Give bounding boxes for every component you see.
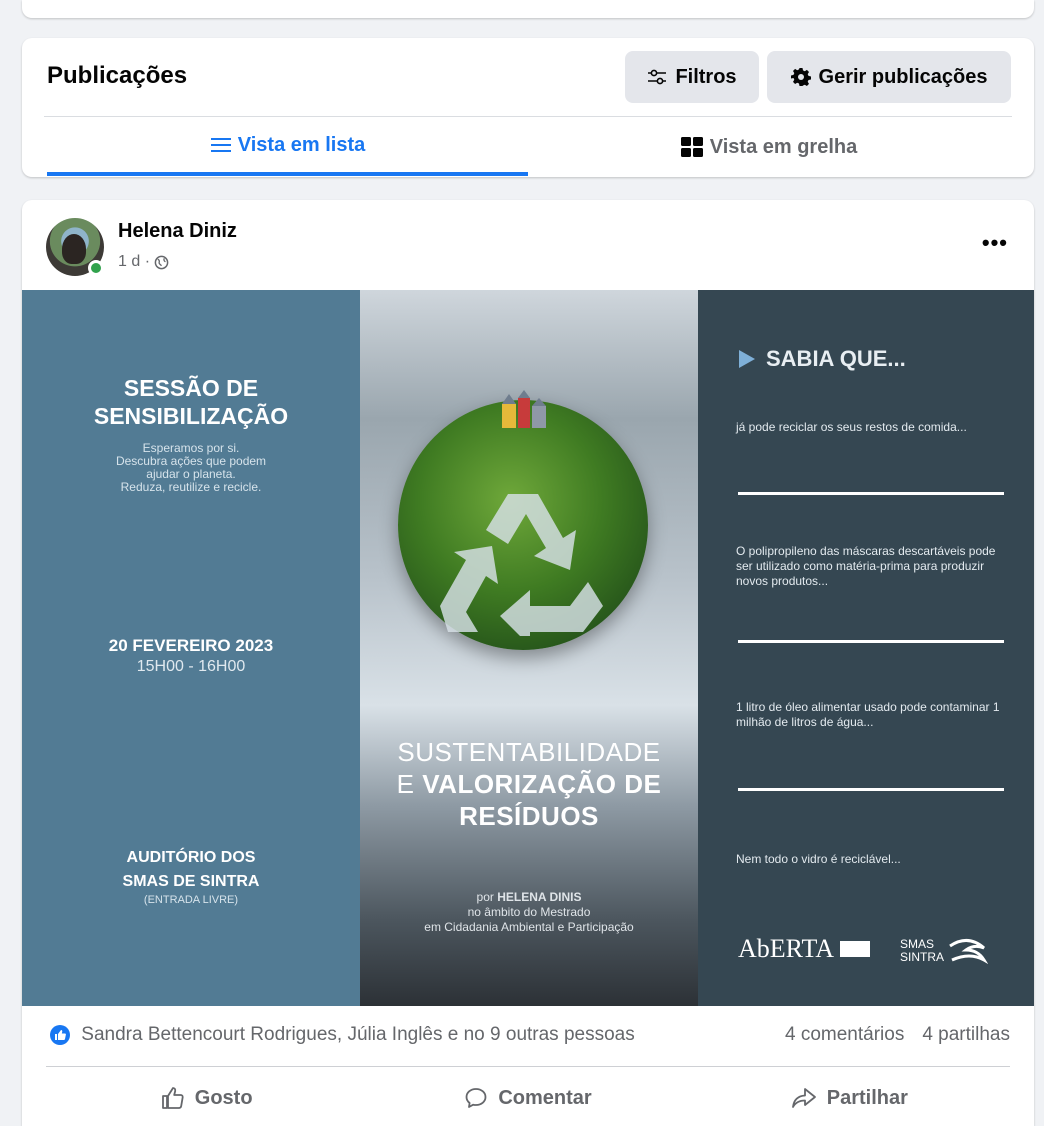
play-triangle-icon (739, 350, 755, 368)
posts-header-card: Publicações Filtros Gerir publicações Vi… (22, 38, 1034, 177)
list-icon (210, 138, 231, 152)
share-arrow-icon (791, 1088, 816, 1108)
grid-icon (680, 137, 703, 157)
poster-session-body: Esperamos por si. Descubra ações que pod… (115, 441, 267, 494)
poster-fact: Nem todo o vidro é reciclável... (736, 852, 901, 866)
share-button[interactable]: Partilhar (689, 1070, 1010, 1126)
thumbs-up-icon (161, 1087, 184, 1109)
poster-time: 15H00 - 16H00 (136, 658, 246, 675)
poster-session-title: SESSÃO DE SENSIBILIZAÇÃO (93, 375, 289, 429)
post-image-poster[interactable]: SESSÃO DE SENSIBILIZAÇÃO Esperamos por s… (22, 290, 1034, 1006)
comment-label: Comentar (498, 1086, 592, 1109)
smas-swirl-icon (949, 939, 989, 964)
poster-author-credit: por HELENA DINIS no âmbito do Mestrado e… (424, 890, 634, 934)
universidade-aberta-logo: AbERTA (738, 934, 871, 964)
like-label: Gosto (194, 1086, 253, 1109)
reactions-text: Sandra Bettencourt Rodrigues, Júlia Ingl… (81, 1024, 635, 1045)
tab-list-view[interactable]: Vista em lista (47, 118, 528, 176)
poster-date: 20 FEVEREIRO 2023 (108, 636, 274, 655)
poster-fact: O polipropileno das máscaras descartávei… (736, 544, 996, 588)
poster-fact-divider (738, 640, 1004, 643)
more-options-icon[interactable]: ••• (982, 230, 1008, 256)
tab-list-view-label: Vista em lista (237, 133, 366, 156)
comment-button[interactable]: Comentar (367, 1070, 688, 1126)
post-time[interactable]: 1 d · (118, 253, 150, 271)
poster-venue: AUDITÓRIO DOS SMAS DE SINTRA (122, 849, 260, 890)
poster-facts-heading: SABIA QUE... (738, 346, 906, 372)
globe-icon (154, 255, 169, 269)
like-button[interactable]: Gosto (46, 1070, 367, 1126)
post-meta: 1 d · (118, 253, 169, 271)
recycle-icon (440, 494, 603, 636)
sliders-icon (648, 69, 667, 85)
gear-icon (790, 68, 811, 86)
poster-right-panel: SABIA QUE... já pode reciclar os seus re… (698, 290, 1034, 1006)
comment-icon (465, 1088, 487, 1108)
post-actions-bar: Gosto Comentar Partilhar (46, 1070, 1010, 1126)
reactions-summary[interactable]: Sandra Bettencourt Rodrigues, Júlia Ingl… (50, 1024, 635, 1046)
tab-grid-view-label: Vista em grelha (709, 135, 858, 158)
reactions-summary-row: Sandra Bettencourt Rodrigues, Júlia Ingl… (50, 1024, 1010, 1046)
poster-logos: AbERTA SMAS SINTRA (738, 934, 989, 964)
share-label: Partilhar (826, 1086, 908, 1109)
online-status-dot (88, 260, 104, 276)
comments-count[interactable]: 4 comentários (785, 1024, 904, 1046)
filters-button[interactable]: Filtros (625, 51, 759, 103)
castle-image (502, 390, 546, 428)
poster-middle-panel: SUSTENTABILIDADE E VALORIZAÇÃO DE RESÍDU… (360, 290, 698, 1006)
actions-divider (46, 1066, 1010, 1067)
poster-fact-divider (738, 492, 1004, 495)
smas-sintra-logo: SMAS SINTRA (900, 938, 989, 964)
post-author[interactable]: Helena Diniz (118, 220, 237, 243)
tabs-divider (44, 116, 1012, 117)
manage-posts-label: Gerir publicações (818, 65, 988, 88)
post-stats: 4 comentários 4 partilhas (785, 1024, 1010, 1046)
like-reaction-icon (50, 1024, 70, 1045)
posts-title: Publicações (47, 62, 188, 89)
poster-left-panel: SESSÃO DE SENSIBILIZAÇÃO Esperamos por s… (22, 290, 360, 1006)
post-card: Helena Diniz 1 d · ••• SESSÃO DE SENSIBI… (22, 200, 1034, 1126)
poster-main-title: SUSTENTABILIDADE E VALORIZAÇÃO DE RESÍDU… (396, 737, 662, 831)
manage-posts-button[interactable]: Gerir publicações (767, 51, 1011, 103)
shares-count[interactable]: 4 partilhas (922, 1024, 1010, 1046)
poster-fact-divider (738, 788, 1004, 791)
filters-label: Filtros (675, 65, 737, 88)
tab-grid-view[interactable]: Vista em grelha (528, 118, 1009, 176)
poster-fact: já pode reciclar os seus restos de comid… (736, 420, 967, 434)
poster-venue-note: (ENTRADA LIVRE) (143, 894, 239, 906)
previous-card-edge (22, 0, 1034, 18)
poster-fact: 1 litro de óleo alimentar usado pode con… (736, 700, 1000, 729)
